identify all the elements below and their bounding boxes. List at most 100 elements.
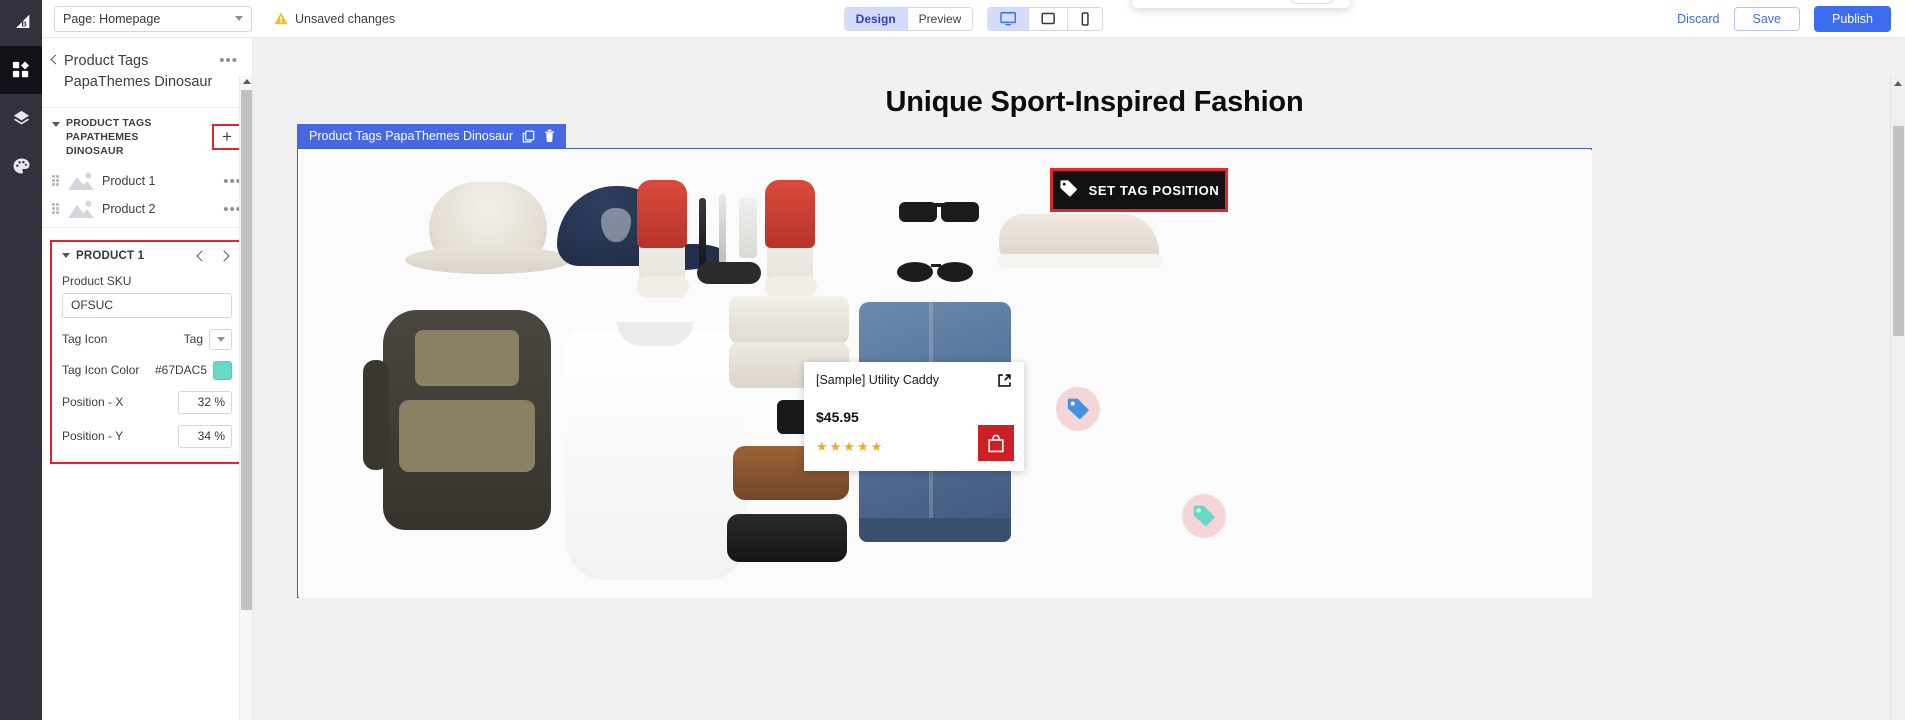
tag-icon-row: Tag Icon Tag <box>62 328 232 350</box>
collage-backpack-side-strap <box>363 360 389 470</box>
add-product-tag-button[interactable]: + <box>212 124 242 151</box>
region-label-bar: Product Tags PapaThemes Dinosaur <box>297 124 567 148</box>
scroll-up-arrow-icon[interactable] <box>243 79 251 84</box>
device-tablet-button[interactable] <box>1029 7 1069 30</box>
trash-icon[interactable] <box>544 129 555 143</box>
tab-preview[interactable]: Preview <box>907 7 973 30</box>
tab-design[interactable]: Design <box>844 7 908 30</box>
tag-marker-product-1[interactable] <box>1182 494 1226 538</box>
publish-button[interactable]: Publish <box>1814 5 1891 32</box>
sku-input[interactable] <box>62 292 232 318</box>
save-button[interactable]: Save <box>1733 6 1800 31</box>
canvas-scrollbar[interactable] <box>1890 76 1905 720</box>
warning-triangle-icon <box>274 12 288 25</box>
collage-sunglasses-2-bridge <box>931 264 941 267</box>
product-panel-title: PRODUCT 1 <box>76 249 145 262</box>
product-card-top: [Sample] Utility Caddy <box>816 373 1012 393</box>
rail-item-theme[interactable] <box>0 142 42 190</box>
scroll-up-arrow-icon[interactable] <box>1894 81 1902 86</box>
add-to-cart-button[interactable] <box>978 425 1014 461</box>
widget-group-title: PRODUCT TAGS PAPATHEMES DINOSAUR <box>66 117 152 158</box>
collage-backpack-flap <box>399 400 535 472</box>
chevron-left-icon[interactable] <box>50 54 61 65</box>
sidebar-scrollbar-thumb[interactable] <box>241 90 252 610</box>
rail-item-layers[interactable] <box>0 94 42 142</box>
tablet-icon <box>1041 12 1056 24</box>
discard-button[interactable]: Discard <box>1677 12 1719 26</box>
tag-icon-select-wrap: Tag <box>184 328 232 350</box>
tag-color-label: Tag Icon Color <box>62 363 140 378</box>
collage-pen-2 <box>719 194 726 264</box>
caret-down-icon[interactable] <box>62 253 70 259</box>
duplicate-icon[interactable] <box>522 130 535 143</box>
collage-shoe-beige-sole <box>997 254 1163 268</box>
image-placeholder-icon <box>68 172 94 190</box>
collage-sunglasses-1-right <box>941 202 979 222</box>
chevron-right-icon[interactable] <box>218 249 230 262</box>
sidebar-more-options-icon[interactable]: ••• <box>219 51 238 68</box>
widget-group-header: PRODUCT TAGS PAPATHEMES DINOSAUR + <box>42 108 252 167</box>
device-desktop-button[interactable] <box>988 7 1030 30</box>
page-select[interactable]: Page: Homepage <box>54 5 252 32</box>
device-mobile-button[interactable] <box>1068 7 1103 30</box>
position-y-label: Position - Y <box>62 429 124 444</box>
collage-bottle <box>739 198 757 258</box>
canvas-scrollbar-thumb[interactable] <box>1893 126 1904 336</box>
device-toggle <box>987 6 1104 31</box>
list-item[interactable]: Product 2 ••• <box>42 195 252 223</box>
tag-color-swatch[interactable] <box>213 360 232 380</box>
chevron-down-icon <box>235 16 243 21</box>
popover-pill-button[interactable] <box>1290 0 1334 4</box>
sidebar-scrollbar[interactable] <box>239 76 252 720</box>
mode-tabs: Design Preview <box>843 6 974 31</box>
collage-black-roll <box>727 514 847 562</box>
tag-icon-select[interactable] <box>209 328 232 350</box>
chevron-left-icon[interactable] <box>196 249 208 262</box>
collage-backpack-top-strap <box>415 330 519 386</box>
collage-sunglasses-1-bridge <box>935 203 945 207</box>
collage-tshirt <box>565 330 747 580</box>
floating-popover <box>1132 0 1350 8</box>
desktop-icon <box>1000 11 1017 25</box>
drag-handle-icon[interactable] <box>52 175 60 187</box>
canvas-area: Unique Sport-Inspired Fashion Product Ta… <box>253 38 1905 720</box>
list-item-label: Product 1 <box>102 173 156 188</box>
list-item-label: Product 2 <box>102 201 156 216</box>
toolbar-actions: Discard Save Publish <box>1677 5 1891 32</box>
tag-marker-product-2[interactable] <box>1056 387 1100 431</box>
drag-handle-icon[interactable] <box>52 203 60 215</box>
unsaved-changes-label: Unsaved changes <box>295 11 396 26</box>
collage-sneaker-left-upper <box>637 180 687 248</box>
set-tag-position-button[interactable]: SET TAG POSITION <box>1053 171 1225 209</box>
bigcommerce-b-logo[interactable]: B <box>0 0 42 46</box>
shopping-bag-icon <box>988 434 1004 452</box>
sidebar-title: Product Tags PapaThemes Dinosaur <box>64 53 213 91</box>
product-panel-nav <box>196 249 232 262</box>
canvas-horizontal-scrollbar[interactable] <box>253 712 1890 720</box>
product-panel-header: PRODUCT 1 <box>62 250 232 262</box>
caret-down-icon[interactable] <box>52 122 60 128</box>
sidebar-title-group[interactable]: Product Tags PapaThemes Dinosaur <box>50 51 219 93</box>
list-item[interactable]: Product 1 ••• <box>42 167 252 195</box>
widget-group-left: PRODUCT TAGS PAPATHEMES DINOSAUR <box>52 116 191 159</box>
collage-hat-white-brim <box>405 246 571 274</box>
collage-glasses-dark <box>697 262 761 284</box>
collage-sneaker-right-sole <box>765 276 817 298</box>
divider <box>42 226 252 228</box>
tag-icon <box>1066 397 1090 426</box>
tag-icon <box>1059 179 1078 201</box>
page-title: Unique Sport-Inspired Fashion <box>885 86 1304 118</box>
widget-region[interactable]: SET TAG POSITION [Sample] Utility Caddy … <box>297 148 1592 598</box>
collage-sunglasses-2-right <box>937 262 973 282</box>
rail-item-apps[interactable] <box>0 46 42 94</box>
position-y-input[interactable] <box>178 424 232 448</box>
page-select-value: Page: Homepage <box>63 11 161 26</box>
product-card-price: $45.95 <box>816 409 859 425</box>
product-tooltip-card[interactable]: [Sample] Utility Caddy $45.95 ★★★★★ <box>804 362 1024 471</box>
collage-denim-cuff <box>859 518 1011 542</box>
external-link-icon[interactable] <box>997 373 1012 393</box>
position-x-input[interactable] <box>178 390 232 414</box>
collage-sunglasses-2-left <box>897 262 933 282</box>
sidebar-header: Product Tags PapaThemes Dinosaur ••• <box>42 38 252 109</box>
collage-sunglasses-1-left <box>899 202 937 222</box>
